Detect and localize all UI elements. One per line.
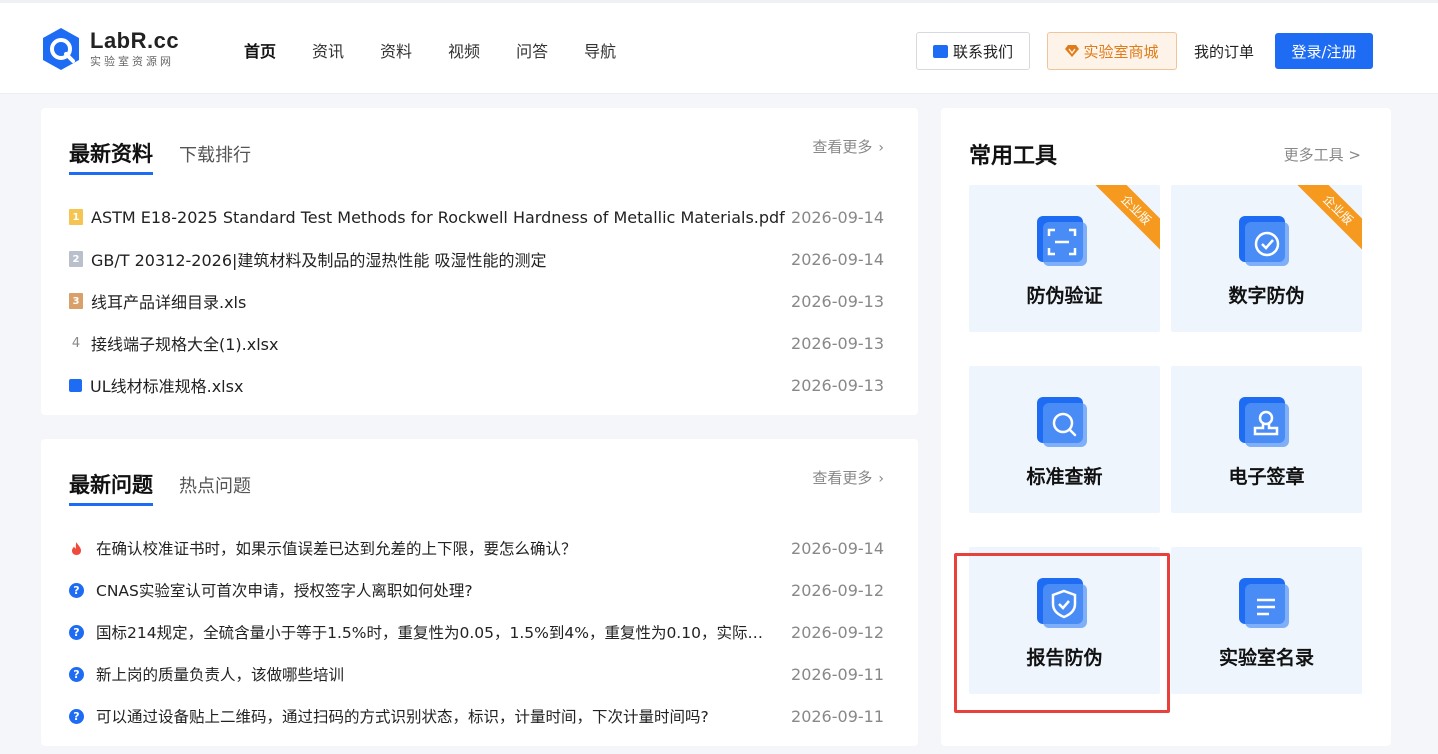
tab-download-ranking[interactable]: 下载排行 <box>179 143 251 175</box>
docs-tabs: 最新资料 下载排行 <box>69 140 251 175</box>
site-header: LabR.cc 实验室资源网 首页 资讯 资料 视频 问答 导航 联系我们 实验… <box>0 0 1438 94</box>
question-date: 2026-09-12 <box>791 580 884 600</box>
logo-subtitle: 实验室资源网 <box>90 55 174 68</box>
list-item[interactable]: ? 可以通过设备贴上二维码，通过扫码的方式识别状态，标识，计量时间，下次计量时间… <box>69 695 884 737</box>
check-shield-icon <box>1239 216 1289 266</box>
doc-date: 2026-09-13 <box>791 375 884 395</box>
question-title[interactable]: 国标214规定，全硫含量小于等于1.5%时，重复性为0.05，1.5%到4%，重… <box>96 621 768 643</box>
doc-title[interactable]: 线耳产品详细目录.xls <box>91 289 246 313</box>
list-item[interactable]: UL线材标准规格.xlsx 2026-09-13 <box>69 364 884 406</box>
enterprise-ribbon: 企业版 <box>1090 185 1160 255</box>
doc-title[interactable]: ASTM E18-2025 Standard Test Methods for … <box>91 208 785 227</box>
doc-date: 2026-09-14 <box>791 207 884 227</box>
nav-videos[interactable]: 视频 <box>448 41 480 63</box>
lab-mall-label: 实验室商城 <box>1083 42 1159 61</box>
question-title[interactable]: CNAS实验室认可首次申请，授权签字人离职如何处理? <box>96 579 473 601</box>
lab-mall-button[interactable]: 实验室商城 <box>1047 32 1177 70</box>
question-icon: ? <box>69 708 84 724</box>
nav-navigation[interactable]: 导航 <box>584 41 616 63</box>
rank-badge: 3 <box>69 293 83 309</box>
question-date: 2026-09-12 <box>791 622 884 642</box>
tab-hot-questions[interactable]: 热点问题 <box>179 474 251 506</box>
contact-us-label: 联系我们 <box>952 42 1013 61</box>
login-register-button[interactable]: 登录/注册 <box>1275 33 1373 69</box>
logo-icon <box>43 28 79 70</box>
tool-label: 电子签章 <box>1228 466 1305 488</box>
tool-anti-counterfeit-verify[interactable]: 防伪验证 企业版 <box>969 185 1160 332</box>
tool-lab-directory[interactable]: 实验室名录 <box>1171 547 1362 694</box>
rank-badge: 2 <box>69 251 83 267</box>
tool-label: 实验室名录 <box>1218 647 1314 669</box>
list-item[interactable]: 3 线耳产品详细目录.xls 2026-09-13 <box>69 280 884 322</box>
question-title[interactable]: 可以通过设备贴上二维码，通过扫码的方式识别状态，标识，计量时间，下次计量时间吗? <box>96 705 709 727</box>
doc-title[interactable]: UL线材标准规格.xlsx <box>90 373 243 397</box>
tool-label: 防伪验证 <box>1026 285 1103 307</box>
chevron-right-icon: › <box>878 471 884 487</box>
list-item[interactable]: 2 GB/T 20312-2026|建筑材料及制品的湿热性能 吸湿性能的测定 2… <box>69 238 884 280</box>
question-icon: ? <box>69 666 84 682</box>
docs-more-link[interactable]: 查看更多 › <box>812 136 884 157</box>
qa-tabs: 最新问题 热点问题 <box>69 471 251 506</box>
directory-icon <box>1239 578 1289 628</box>
scan-icon <box>1037 216 1087 266</box>
chevron-right-icon: › <box>878 140 884 156</box>
main-nav: 首页 资讯 资料 视频 问答 导航 <box>244 41 652 63</box>
latest-docs-card: 最新资料 下载排行 查看更多 › 1 ASTM E18-2025 Standard… <box>41 108 918 415</box>
fire-icon <box>72 541 81 555</box>
doc-date: 2026-09-14 <box>791 249 884 269</box>
question-date: 2026-09-11 <box>791 706 884 726</box>
tab-latest-docs[interactable]: 最新资料 <box>69 140 153 175</box>
docs-list: 1 ASTM E18-2025 Standard Test Methods fo… <box>69 196 884 406</box>
doc-title[interactable]: 接线端子规格大全(1).xlsx <box>91 331 278 355</box>
docs-more-label: 查看更多 <box>812 138 873 156</box>
list-item[interactable]: ? 新上岗的质量负责人，该做哪些培训 2026-09-11 <box>69 653 884 695</box>
list-item[interactable]: 1 ASTM E18-2025 Standard Test Methods fo… <box>69 196 884 238</box>
qa-list: 在确认校准证书时，如果示值误差已达到允差的上下限，要怎么确认？ 2026-09-… <box>69 527 884 737</box>
question-date: 2026-09-14 <box>791 538 884 558</box>
rank-badge: 1 <box>69 209 83 225</box>
enterprise-ribbon: 企业版 <box>1292 185 1362 255</box>
search-icon <box>1037 397 1087 447</box>
chat-icon <box>932 40 948 58</box>
nav-news[interactable]: 资讯 <box>312 41 344 63</box>
question-date: 2026-09-11 <box>791 664 884 684</box>
site-logo[interactable]: LabR.cc 实验室资源网 <box>40 27 179 71</box>
question-title[interactable]: 新上岗的质量负责人，该做哪些培训 <box>96 663 344 685</box>
nav-resources[interactable]: 资料 <box>380 41 412 63</box>
rank-badge: 4 <box>71 335 81 351</box>
tab-latest-questions[interactable]: 最新问题 <box>69 471 153 506</box>
tool-label: 数字防伪 <box>1228 285 1305 307</box>
file-icon <box>69 378 82 392</box>
question-title[interactable]: 在确认校准证书时，如果示值误差已达到允差的上下限，要怎么确认？ <box>96 537 577 559</box>
list-item[interactable]: 在确认校准证书时，如果示值误差已达到允差的上下限，要怎么确认？ 2026-09-… <box>69 527 884 569</box>
list-item[interactable]: ? CNAS实验室认可首次申请，授权签字人离职如何处理? 2026-09-12 <box>69 569 884 611</box>
tool-e-seal[interactable]: 电子签章 <box>1171 366 1362 513</box>
latest-questions-card: 最新问题 热点问题 查看更多 › 在确认校准证书时，如果示值误差已达到允差的上下限… <box>41 439 918 746</box>
tools-title: 常用工具 <box>969 144 1058 169</box>
list-item[interactable]: ? 国标214规定，全硫含量小于等于1.5%时，重复性为0.05，1.5%到4%… <box>69 611 884 653</box>
question-icon: ? <box>69 624 84 640</box>
qa-more-label: 查看更多 <box>812 469 873 487</box>
diamond-icon <box>1065 45 1080 57</box>
stamp-icon <box>1239 397 1289 447</box>
more-tools-link[interactable]: 更多工具 > <box>1284 144 1361 165</box>
nav-home[interactable]: 首页 <box>244 41 276 63</box>
nav-qa[interactable]: 问答 <box>516 41 548 63</box>
doc-date: 2026-09-13 <box>791 333 884 353</box>
my-orders-link[interactable]: 我的订单 <box>1194 41 1254 63</box>
tool-standard-lookup[interactable]: 标准查新 <box>969 366 1160 513</box>
question-icon: ? <box>69 582 84 598</box>
doc-date: 2026-09-13 <box>791 291 884 311</box>
qa-more-link[interactable]: 查看更多 › <box>812 467 884 488</box>
highlight-box <box>954 553 1170 713</box>
logo-title: LabR.cc <box>90 28 180 53</box>
list-item[interactable]: 4 接线端子规格大全(1).xlsx 2026-09-13 <box>69 322 884 364</box>
tool-label: 标准查新 <box>1026 466 1103 488</box>
contact-us-button[interactable]: 联系我们 <box>916 32 1030 70</box>
tool-digital-anti-counterfeit[interactable]: 数字防伪 企业版 <box>1171 185 1362 332</box>
doc-title[interactable]: GB/T 20312-2026|建筑材料及制品的湿热性能 吸湿性能的测定 <box>91 247 547 271</box>
